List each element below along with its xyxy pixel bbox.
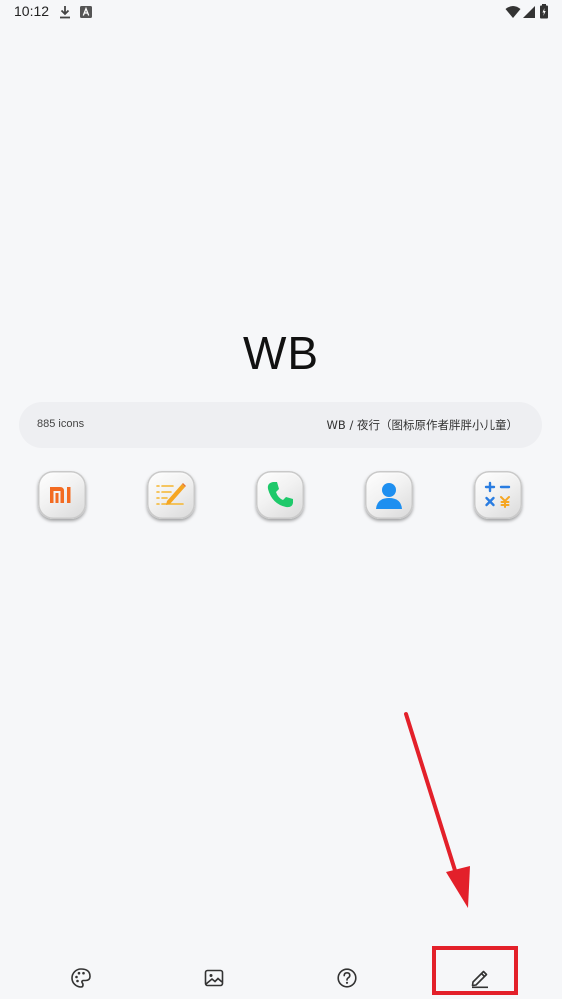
icon-pack-author: WB / 夜行（图标原作者胖胖小儿童） xyxy=(326,418,518,432)
notes-app-icon[interactable] xyxy=(147,471,195,519)
mi-app-icon[interactable] xyxy=(38,471,86,519)
phone-app-icon[interactable] xyxy=(256,471,304,519)
icon-preview-row xyxy=(38,471,528,527)
battery-icon xyxy=(539,4,549,19)
icon-count: 885 icons xyxy=(37,418,85,430)
palette-icon[interactable] xyxy=(70,967,92,989)
status-time: 10:12 xyxy=(14,3,50,19)
status-bar: 10:12 xyxy=(0,0,562,26)
contacts-app-icon[interactable] xyxy=(365,471,413,519)
a-notification-icon xyxy=(79,4,93,18)
download-icon xyxy=(58,4,72,19)
wifi-icon xyxy=(505,4,521,18)
calculator-app-icon[interactable] xyxy=(474,471,522,519)
icon-pack-info-bar[interactable]: 885 icons WB / 夜行（图标原作者胖胖小儿童） xyxy=(19,402,542,448)
icon-pack-title: WB xyxy=(242,327,320,379)
wallpaper-icon[interactable] xyxy=(203,967,225,989)
help-icon[interactable] xyxy=(336,967,358,989)
annotation-highlight-box xyxy=(432,946,518,995)
signal-icon xyxy=(522,4,536,18)
